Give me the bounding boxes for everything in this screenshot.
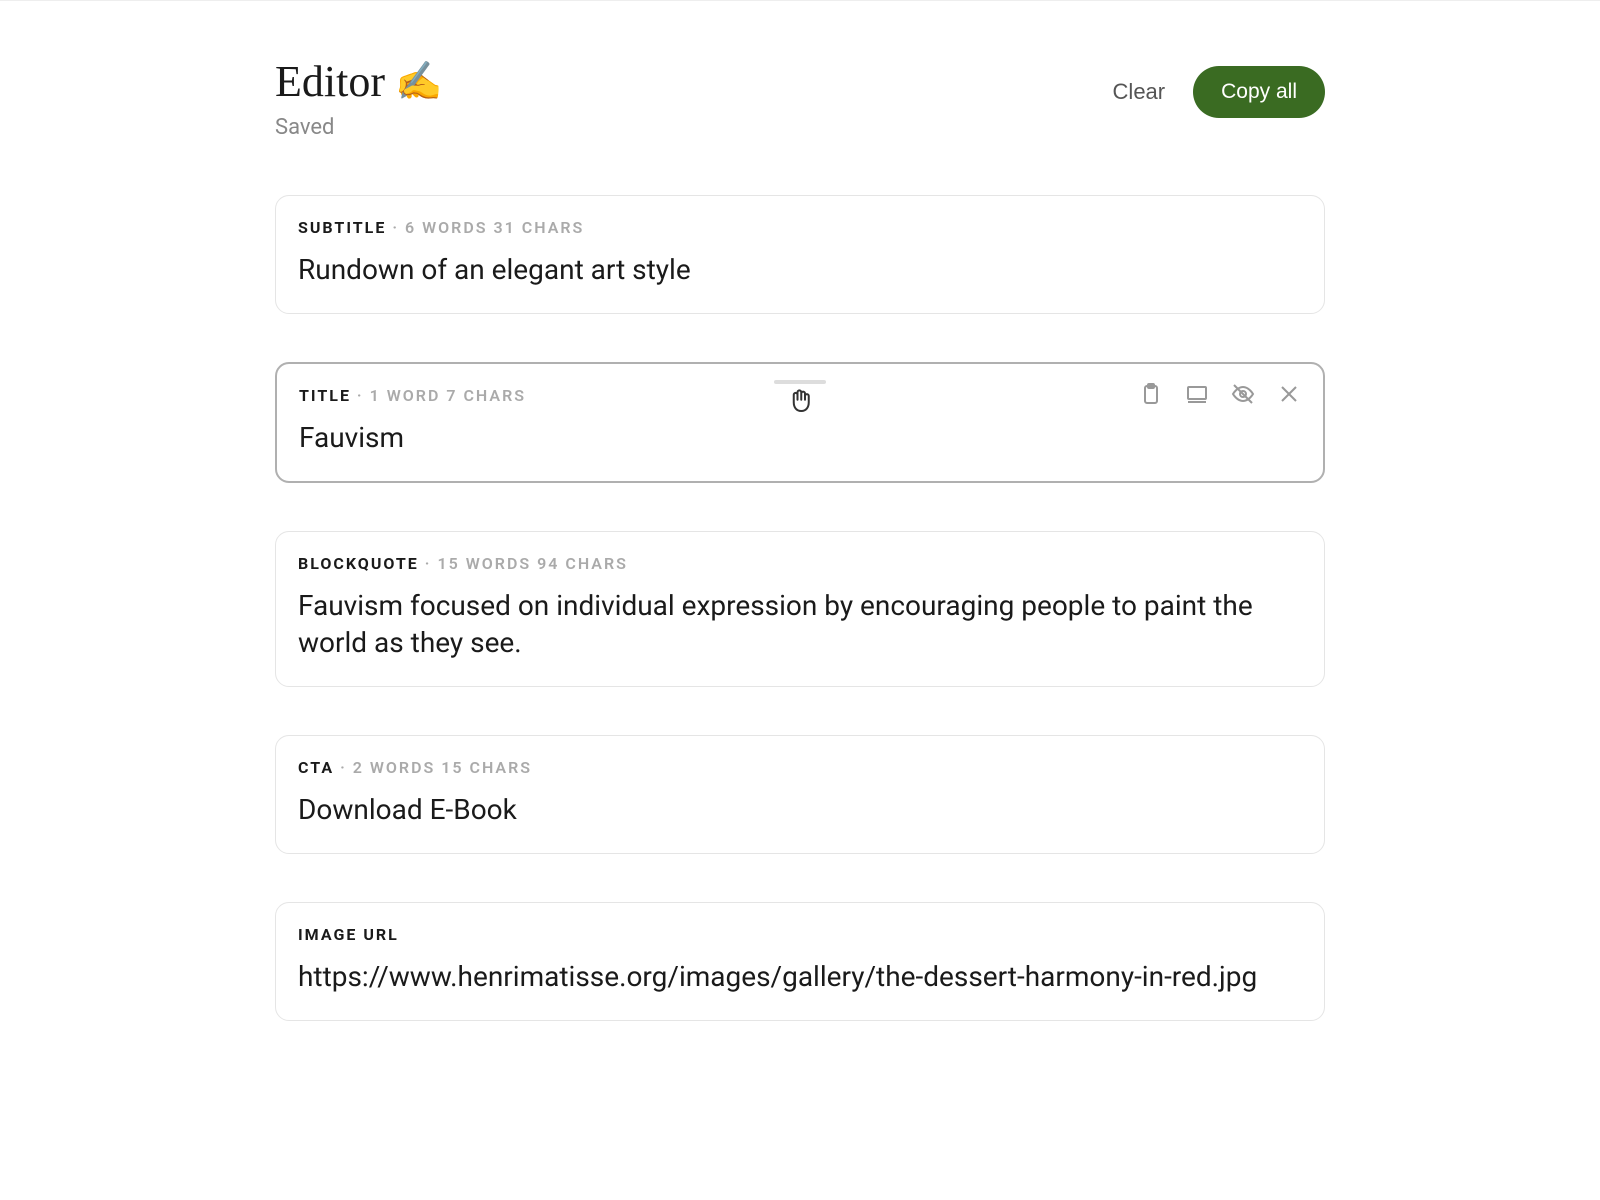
block-title[interactable]: TITLE · 1 WORD 7 CHARS Fauvism bbox=[275, 362, 1325, 483]
block-meta: 2 WORDS 15 CHARS bbox=[353, 758, 532, 777]
header-left: Editor ✍️ Saved bbox=[275, 56, 442, 140]
block-image-url[interactable]: IMAGE URL https://www.henrimatisse.org/i… bbox=[275, 902, 1325, 1021]
writing-emoji: ✍️ bbox=[395, 60, 442, 104]
block-meta-sep: · bbox=[340, 758, 353, 777]
block-type: SUBTITLE bbox=[298, 218, 386, 237]
title-row: Editor ✍️ bbox=[275, 56, 442, 107]
editor-container: Editor ✍️ Saved Clear Copy all SUBTITLE … bbox=[275, 1, 1325, 1021]
header-actions: Clear Copy all bbox=[1113, 66, 1325, 118]
saved-status: Saved bbox=[275, 115, 442, 140]
block-content[interactable]: Fauvism focused on individual expression… bbox=[298, 587, 1302, 663]
block-label: IMAGE URL bbox=[298, 925, 1302, 944]
block-label: CTA · 2 WORDS 15 CHARS bbox=[298, 758, 1302, 777]
page-title: Editor bbox=[275, 56, 385, 107]
block-meta: 6 WORDS 31 CHARS bbox=[405, 218, 584, 237]
block-content[interactable]: Rundown of an elegant art style bbox=[298, 251, 1302, 289]
block-content[interactable]: Fauvism bbox=[299, 419, 1301, 457]
block-meta-sep: · bbox=[392, 218, 405, 237]
block-meta: 15 WORDS 94 CHARS bbox=[437, 554, 627, 573]
block-content[interactable]: https://www.henrimatisse.org/images/gall… bbox=[298, 958, 1302, 996]
close-icon[interactable] bbox=[1277, 382, 1301, 406]
block-blockquote[interactable]: BLOCKQUOTE · 15 WORDS 94 CHARS Fauvism f… bbox=[275, 531, 1325, 688]
drag-dash-icon bbox=[774, 380, 826, 384]
block-type: CTA bbox=[298, 758, 334, 777]
block-cta[interactable]: CTA · 2 WORDS 15 CHARS Download E-Book bbox=[275, 735, 1325, 854]
block-type: TITLE bbox=[299, 386, 351, 405]
block-subtitle[interactable]: SUBTITLE · 6 WORDS 31 CHARS Rundown of a… bbox=[275, 195, 1325, 314]
block-meta-sep: · bbox=[357, 386, 370, 405]
drag-handle[interactable] bbox=[774, 380, 826, 384]
block-content[interactable]: Download E-Book bbox=[298, 791, 1302, 829]
block-label: BLOCKQUOTE · 15 WORDS 94 CHARS bbox=[298, 554, 1302, 573]
block-label: SUBTITLE · 6 WORDS 31 CHARS bbox=[298, 218, 1302, 237]
clear-button[interactable]: Clear bbox=[1113, 79, 1166, 105]
layout-icon[interactable] bbox=[1185, 382, 1209, 406]
block-meta-sep: · bbox=[425, 554, 438, 573]
block-type: BLOCKQUOTE bbox=[298, 554, 419, 573]
eye-off-icon[interactable] bbox=[1231, 382, 1255, 406]
clipboard-icon[interactable] bbox=[1139, 382, 1163, 406]
copy-all-button[interactable]: Copy all bbox=[1193, 66, 1325, 118]
block-type: IMAGE URL bbox=[298, 925, 399, 944]
header: Editor ✍️ Saved Clear Copy all bbox=[275, 56, 1325, 140]
block-toolbar bbox=[1139, 382, 1301, 406]
block-meta: 1 WORD 7 CHARS bbox=[370, 386, 526, 405]
blocks-list: SUBTITLE · 6 WORDS 31 CHARS Rundown of a… bbox=[275, 195, 1325, 1021]
